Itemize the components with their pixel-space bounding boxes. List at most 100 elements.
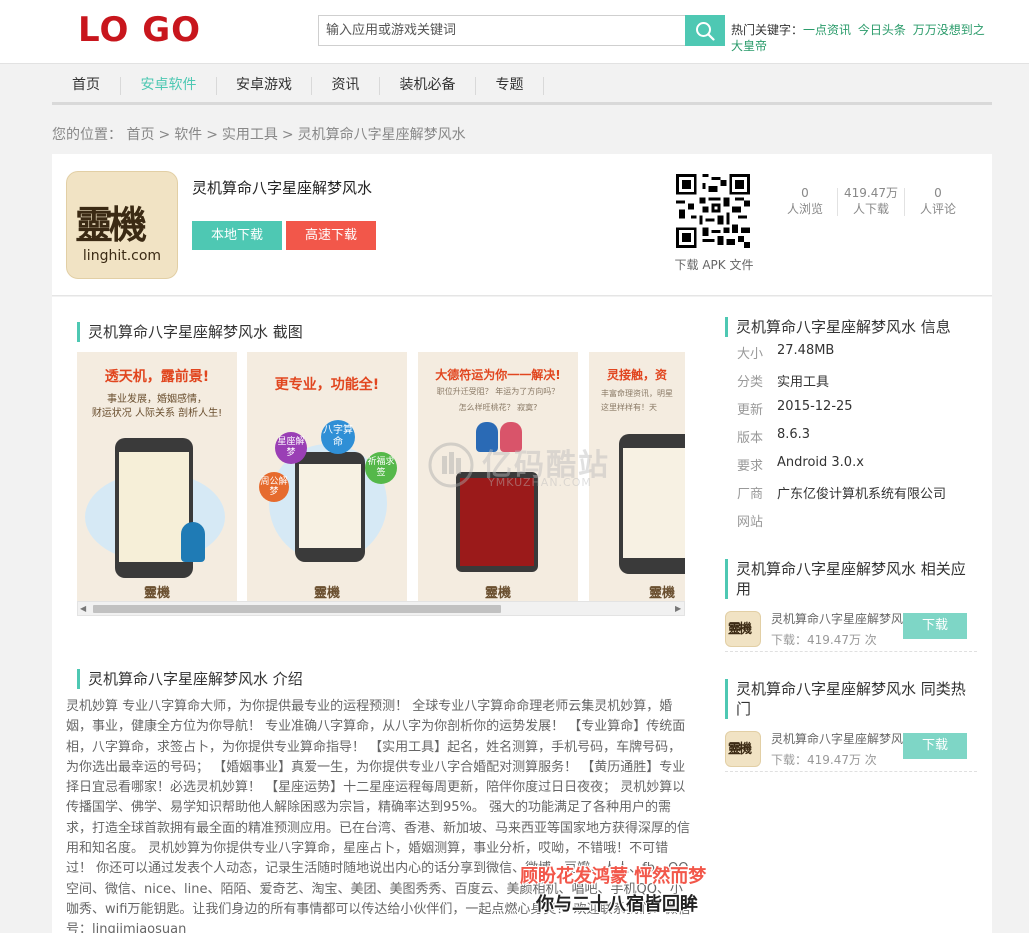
scroll-left-icon[interactable]: ◀ bbox=[80, 604, 88, 613]
apk-download-label[interactable]: 下载 APK 文件 bbox=[664, 256, 764, 273]
screenshot-caption: 怎么样旺桃花？ 寂寞? bbox=[458, 403, 538, 412]
info-value: 实用工具 bbox=[777, 375, 830, 390]
qr-code bbox=[676, 174, 750, 248]
info-key: 要求 bbox=[737, 459, 764, 474]
scroll-right-icon[interactable]: ▶ bbox=[675, 604, 683, 613]
bubble-zhougong: 周公解梦 bbox=[259, 472, 289, 502]
info-key: 更新 bbox=[737, 403, 764, 418]
main-nav: 首页 安卓软件 安卓游戏 资讯 装机必备 专题 bbox=[52, 66, 992, 105]
bubble-star-dream: 星座解梦 bbox=[275, 432, 307, 464]
related-download-button[interactable]: 下载 bbox=[903, 613, 967, 639]
related-app-downloads: 下载：419.47万 次 bbox=[771, 633, 877, 647]
gallery-scrollbar[interactable]: ◀ ▶ bbox=[77, 601, 685, 616]
overlay-caption-line2: 你与二十八宿皆回眸 bbox=[536, 894, 698, 915]
info-heading: 灵机算命八字星座解梦风水 信息 bbox=[725, 317, 951, 337]
nav-android-apps[interactable]: 安卓软件 bbox=[121, 66, 216, 105]
phone-mockup bbox=[456, 472, 538, 572]
decor-figure bbox=[181, 522, 205, 562]
info-size: 大小 27.48MB bbox=[737, 343, 834, 362]
phone-mockup bbox=[619, 434, 685, 574]
phone-mockup bbox=[295, 452, 365, 562]
stat-label: 人下载 bbox=[852, 202, 889, 216]
stat-label: 人浏览 bbox=[786, 202, 823, 216]
site-logo[interactable]: LO GO bbox=[78, 10, 201, 50]
screenshot-caption: 丰富命理资讯，明星 bbox=[601, 389, 673, 398]
related-icon-text: 靈機 bbox=[728, 622, 752, 637]
screenshot-2[interactable]: 更专业，功能全! 八字算命 星座解梦 祈福求签 周公解梦 靈機 bbox=[247, 352, 407, 601]
info-value: 广东亿俊计算机系统有限公司 bbox=[777, 487, 947, 502]
nav-home[interactable]: 首页 bbox=[52, 66, 120, 104]
screenshot-gallery[interactable]: 透天机，露前景! 事业发展，婚姻感情， 财运状况 人际关系 剖析人生! 靈機 更… bbox=[77, 352, 685, 618]
scrollbar-thumb[interactable] bbox=[93, 605, 501, 613]
info-key: 版本 bbox=[737, 431, 764, 446]
nav-android-games[interactable]: 安卓游戏 bbox=[217, 66, 311, 104]
related-app-item[interactable]: 靈機 灵机算命八字星座解梦风水 下载：419.47万 次 下载 bbox=[725, 607, 977, 651]
breadcrumb: 您的位置： 首页 > 软件 > 实用工具 > 灵机算命八字星座解梦风水 bbox=[52, 124, 466, 144]
info-key: 厂商 bbox=[737, 487, 764, 502]
nav-underline bbox=[52, 102, 992, 105]
related-app-name[interactable]: 灵机算命八字星座解梦风水 bbox=[771, 610, 905, 627]
info-value: 2015-12-25 bbox=[777, 399, 853, 414]
screenshot-headline: 大德符运为你一一解决! bbox=[435, 368, 561, 382]
info-key: 分类 bbox=[737, 375, 764, 390]
stat-value: 419.47万 bbox=[844, 186, 898, 200]
info-updated: 更新 2015-12-25 bbox=[737, 399, 853, 418]
similar-app-downloads: 下载：419.47万 次 bbox=[771, 753, 877, 767]
screenshot-caption: 财运状况 人际关系 剖析人生! bbox=[91, 408, 223, 419]
info-value: 8.6.3 bbox=[777, 427, 811, 442]
intro-heading: 灵机算命八字星座解梦风水 介绍 bbox=[77, 669, 303, 689]
app-icon-domain: linghit.com bbox=[82, 248, 162, 264]
hot-keyword-link[interactable]: 今日头条 bbox=[858, 23, 906, 37]
stat-value: 0 bbox=[934, 186, 942, 200]
app-title: 灵机算命八字星座解梦风水 bbox=[192, 179, 373, 197]
similar-app-item[interactable]: 靈機 灵机算命八字星座解梦风水 下载：419.47万 次 下载 bbox=[725, 727, 977, 771]
nav-news[interactable]: 资讯 bbox=[312, 66, 379, 104]
divider bbox=[725, 651, 977, 652]
stat-views: 0 人浏览 bbox=[776, 185, 834, 217]
nav-essentials[interactable]: 装机必备 bbox=[380, 66, 475, 104]
info-category: 分类 实用工具 bbox=[737, 371, 829, 390]
hot-keywords: 热门关键字：一点资讯 今日头条 万万没想到之大皇帝 bbox=[731, 22, 991, 54]
similar-app-name[interactable]: 灵机算命八字星座解梦风水 bbox=[771, 730, 905, 747]
info-value: Android 3.0.x bbox=[777, 455, 864, 470]
stat-divider bbox=[837, 188, 838, 216]
search-bar bbox=[318, 15, 726, 46]
bubble-bazi: 八字算命 bbox=[321, 420, 355, 454]
info-vendor: 厂商 广东亿俊计算机系统有限公司 bbox=[737, 483, 946, 502]
screenshot-brand: 靈機 bbox=[484, 586, 511, 601]
breadcrumb-software[interactable]: 软件 bbox=[174, 127, 202, 143]
screenshot-brand: 靈機 bbox=[649, 586, 676, 601]
screenshot-caption: 职位升迁受阻？ 年运为了方向吗？ bbox=[436, 387, 560, 396]
breadcrumb-home[interactable]: 首页 bbox=[126, 127, 154, 143]
hot-keyword-link[interactable]: 一点资讯 bbox=[803, 23, 851, 37]
info-key: 网站 bbox=[737, 515, 764, 530]
nav-topics[interactable]: 专题 bbox=[476, 66, 543, 104]
breadcrumb-separator: > bbox=[281, 127, 294, 143]
stat-value: 0 bbox=[801, 186, 809, 200]
divider bbox=[725, 771, 977, 772]
search-input[interactable] bbox=[318, 15, 686, 46]
info-key: 大小 bbox=[737, 347, 764, 362]
screenshot-1[interactable]: 透天机，露前景! 事业发展，婚姻感情， 财运状况 人际关系 剖析人生! 靈機 bbox=[77, 352, 237, 601]
app-icon[interactable]: 靈機 linghit.com bbox=[66, 171, 178, 279]
screenshots-heading: 灵机算命八字星座解梦风水 截图 bbox=[77, 322, 303, 342]
bubble-pray: 祈福求签 bbox=[365, 452, 397, 484]
info-requirement: 要求 Android 3.0.x bbox=[737, 455, 864, 474]
screenshot-brand: 靈機 bbox=[313, 586, 340, 601]
screenshot-brand: 靈機 bbox=[143, 586, 170, 601]
info-website: 网站 bbox=[737, 511, 763, 530]
similar-download-button[interactable]: 下载 bbox=[903, 733, 967, 759]
app-icon-text: 靈機 bbox=[75, 202, 147, 247]
app-detail-body: 灵机算命八字星座解梦风水 截图 透天机，露前景! 事业发展，婚姻感情， 财运状况… bbox=[52, 297, 992, 933]
breadcrumb-separator: > bbox=[158, 127, 171, 143]
related-app-icon[interactable]: 靈機 bbox=[725, 611, 761, 647]
search-button[interactable] bbox=[685, 15, 725, 46]
similar-app-icon[interactable]: 靈機 bbox=[725, 731, 761, 767]
local-download-button[interactable]: 本地下载 bbox=[192, 221, 282, 250]
decor-figure bbox=[476, 422, 498, 452]
breadcrumb-tools[interactable]: 实用工具 bbox=[222, 127, 278, 143]
breadcrumb-label: 您的位置： bbox=[52, 127, 122, 143]
fast-download-button[interactable]: 高速下载 bbox=[286, 221, 376, 250]
screenshot-4[interactable]: 灵接触，资 丰富命理资讯，明星 这里样样有！天 靈機 bbox=[589, 352, 685, 601]
screenshot-3[interactable]: 大德符运为你一一解决! 职位升迁受阻？ 年运为了方向吗？ 怎么样旺桃花？ 寂寞?… bbox=[418, 352, 578, 601]
